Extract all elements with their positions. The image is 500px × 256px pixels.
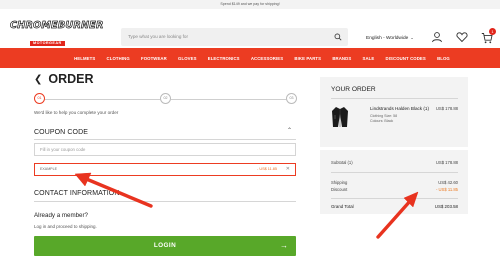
applied-coupon-amount: - US$ 11.85 <box>257 167 277 171</box>
divider <box>331 172 458 173</box>
heart-icon[interactable] <box>456 31 468 43</box>
logo-subtitle: MOTORGEAR <box>30 40 65 46</box>
step-1: 01 <box>34 93 45 104</box>
shipping-label: Shipping <box>331 180 348 185</box>
step-2: 02 <box>160 93 171 104</box>
summary-heading: YOUR ORDER <box>331 86 376 93</box>
nav-item-gloves[interactable]: GLOVES <box>178 56 197 61</box>
applied-coupon-code: EXAMPLE <box>40 167 57 171</box>
coupon-input[interactable]: Fill in your coupon code <box>34 143 296 156</box>
nav-item-discount-codes[interactable]: DISCOUNT CODES <box>386 56 426 61</box>
site-header: CHROMEBURNER MOTORGEAR Type what you are… <box>0 9 500 46</box>
back-arrow-icon[interactable]: ❮ <box>34 74 42 85</box>
checkout-steps: 01 02 03 <box>34 93 297 105</box>
nav-item-bike-parts[interactable]: BIKE PARTS <box>294 56 321 61</box>
user-icon[interactable] <box>431 31 443 43</box>
search-bar[interactable]: Type what you are looking for <box>121 28 348 46</box>
product-color: Colours: Black <box>370 119 394 123</box>
step-connector <box>45 98 160 100</box>
site-logo[interactable]: CHROMEBURNER MOTORGEAR <box>10 20 104 46</box>
divider <box>34 139 296 140</box>
subtotal-value: US$ 178.88 <box>435 160 458 165</box>
remove-coupon-close-icon[interactable]: ✕ <box>286 164 290 175</box>
search-input[interactable]: Type what you are looking for <box>128 28 188 46</box>
welcome-text: We'd like to help you complete your orde… <box>34 110 119 115</box>
nav-item-sale[interactable]: SALE <box>362 56 374 61</box>
product-size: Clothing Size: 58 <box>370 114 398 118</box>
product-price: US$ 178.88 <box>435 106 458 111</box>
cart-count-badge: 1 <box>489 28 496 35</box>
nav-item-helmets[interactable]: HELMETS <box>74 56 95 61</box>
nav-item-clothing[interactable]: CLOTHING <box>107 56 130 61</box>
applied-coupon: EXAMPLE - US$ 11.85 ✕ <box>34 163 296 176</box>
contact-heading: CONTACT INFORMATION <box>34 190 120 197</box>
grand-total-label: Grand Total <box>331 204 354 209</box>
member-subtext: Log in and proceed to shipping. <box>34 224 97 229</box>
step-connector <box>171 98 286 100</box>
nav-item-brands[interactable]: BRANDS <box>332 56 351 61</box>
arrow-right-icon: → <box>280 241 288 250</box>
promo-text: Spend $149 and we pay for shipping! <box>220 2 280 6</box>
shipping-value: US$ 42.60 <box>438 180 458 185</box>
nav-item-blog[interactable]: BLOG <box>437 56 450 61</box>
nav-item-accessories[interactable]: ACCESSORIES <box>251 56 283 61</box>
product-thumbnail[interactable] <box>331 106 349 128</box>
divider <box>331 98 458 99</box>
coupon-heading[interactable]: COUPON CODE <box>34 129 88 136</box>
login-button[interactable]: LOGIN → <box>34 236 296 256</box>
promo-bar: Spend $149 and we pay for shipping! <box>0 0 500 9</box>
chevron-up-icon[interactable]: ⌃ <box>287 127 292 134</box>
discount-value: - US$ 11.85 <box>435 187 458 192</box>
cart-button[interactable]: 1 <box>481 28 496 44</box>
divider <box>34 201 296 202</box>
member-question: Already a member? <box>34 212 88 219</box>
product-name[interactable]: Lindstrands Halden Black (1) <box>370 106 429 111</box>
grand-total-value: US$ 203.58 <box>434 204 458 209</box>
order-title-text: ORDER <box>48 72 94 86</box>
discount-label: Discount <box>331 187 348 192</box>
step-3: 03 <box>286 93 297 104</box>
divider <box>331 198 458 199</box>
subtotal-label: Subtotal (1) <box>331 160 353 165</box>
nav-item-footwear[interactable]: FOOTWEAR <box>141 56 167 61</box>
locale-selector[interactable]: English - Worldwide ⌄ <box>366 35 414 41</box>
login-label: LOGIN <box>153 242 177 249</box>
locale-label: English - Worldwide <box>366 36 409 41</box>
nav-item-electronics[interactable]: ELECTRONICS <box>208 56 240 61</box>
coupon-placeholder: Fill in your coupon code <box>40 147 86 152</box>
main-nav: HELMETS CLOTHING FOOTWEAR GLOVES ELECTRONICS… <box>0 48 500 68</box>
page-title: ❮ ORDER <box>34 72 94 86</box>
search-icon[interactable] <box>334 33 342 41</box>
chevron-down-icon: ⌄ <box>410 35 414 40</box>
logo-wordmark: CHROMEBURNER <box>10 20 104 31</box>
